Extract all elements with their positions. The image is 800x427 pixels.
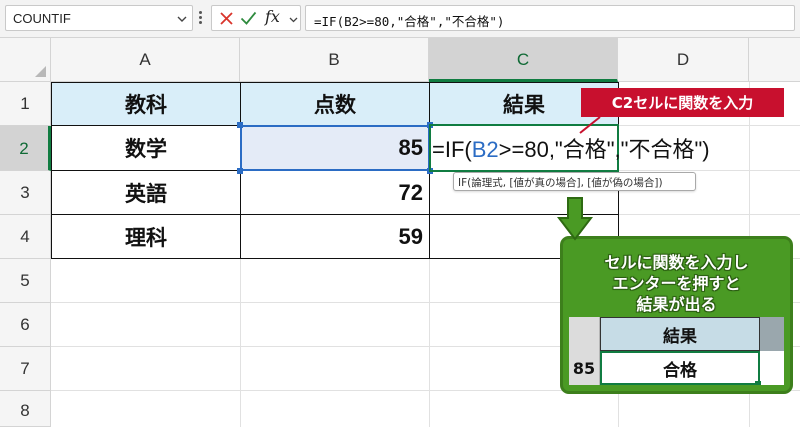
row-header-6[interactable]: 6 xyxy=(0,303,51,347)
formula-suffix: >=80,"合格","不合格") xyxy=(498,137,710,162)
chevron-down-icon[interactable] xyxy=(289,15,298,24)
reference-handle xyxy=(237,122,243,128)
reference-highlight-b2 xyxy=(240,125,430,171)
cell-b1[interactable]: 点数 xyxy=(241,83,429,125)
result-panel: 結果 85 合格 セルに関数を入力し エンターを押すと 結果が出る xyxy=(560,236,793,394)
formula-controls: fx xyxy=(211,5,301,31)
select-all-icon[interactable] xyxy=(0,38,51,81)
column-headers: A B C D xyxy=(0,38,800,82)
name-box[interactable]: COUNTIF xyxy=(5,5,193,31)
row-header-3[interactable]: 3 xyxy=(0,171,51,215)
panel-result-value: 合格 xyxy=(663,360,697,381)
formula-input[interactable]: =IF(B2>=80,"合格","不合格") xyxy=(305,5,795,31)
name-box-value: COUNTIF xyxy=(13,11,71,26)
panel-score-cell: 85 xyxy=(569,351,600,385)
panel-line-3: 結果が出る xyxy=(636,295,717,314)
panel-header-cell: 結果 xyxy=(600,317,760,351)
cancel-icon[interactable] xyxy=(219,11,234,26)
row-header-7[interactable]: 7 xyxy=(0,347,51,391)
reference-handle xyxy=(237,168,243,174)
column-header-d[interactable]: D xyxy=(618,38,749,81)
callout-label: C2セルに関数を入力 xyxy=(581,88,784,117)
row-header-4[interactable]: 4 xyxy=(0,215,51,259)
cell-a4[interactable]: 理科 xyxy=(52,215,240,258)
column-header-a[interactable]: A xyxy=(51,38,240,81)
formula-bar: COUNTIF fx =IF(B2>=80,"合格","不合格") xyxy=(0,0,800,38)
formula-prefix: =IF( xyxy=(432,137,472,162)
column-header-b[interactable]: B xyxy=(240,38,429,81)
formula-ref: B2 xyxy=(471,137,499,162)
cell-c2-formula[interactable]: =IF(B2>=80,"合格","不合格") xyxy=(432,132,710,164)
row-header-5[interactable]: 5 xyxy=(0,259,51,303)
fx-icon[interactable]: fx xyxy=(265,7,280,26)
panel-result-cell: 合格 xyxy=(600,351,760,385)
cell-b4[interactable]: 59 xyxy=(241,215,429,258)
row-header-8[interactable]: 8 xyxy=(0,391,51,427)
cell-b3[interactable]: 72 xyxy=(241,171,429,214)
panel-score-value: 85 xyxy=(572,358,596,378)
panel-fill-handle xyxy=(755,381,761,385)
column-header-c[interactable]: C xyxy=(429,38,618,82)
enter-icon[interactable] xyxy=(240,10,257,26)
more-options-icon[interactable] xyxy=(199,11,203,25)
cell-a3[interactable]: 英語 xyxy=(52,171,240,214)
cell-a1[interactable]: 教科 xyxy=(52,83,240,125)
row-header-2[interactable]: 2 xyxy=(0,126,51,171)
row-header-1[interactable]: 1 xyxy=(0,82,51,126)
panel-spreadsheet-preview: 結果 85 合格 セルに関数を入力し エンターを押すと 結果が出る xyxy=(569,245,784,385)
down-arrow-icon xyxy=(556,197,594,241)
function-tooltip: IF(論理式, [値が真の場合], [値が偽の場合]) xyxy=(453,172,696,191)
cell-a2[interactable]: 数学 xyxy=(52,127,240,169)
panel-header-label: 結果 xyxy=(663,326,697,347)
chevron-down-icon[interactable] xyxy=(177,14,187,24)
